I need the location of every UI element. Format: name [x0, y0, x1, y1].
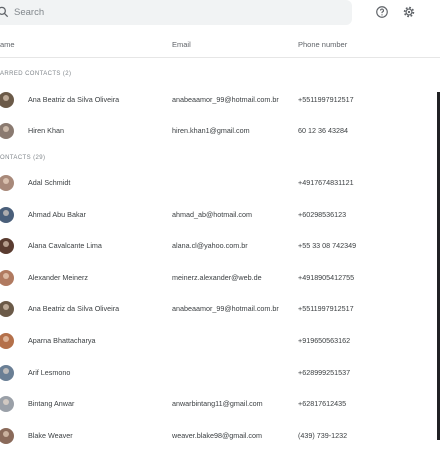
contact-name: Aparna Bhattacharya [28, 336, 96, 345]
contact-row[interactable]: Ahmad Abu Bakar ahmad_ab@hotmail.com +6029… [0, 200, 440, 230]
contact-email: alana.cl@yahoo.com.br [172, 241, 248, 251]
contact-phone: +55 33 08 742349 [298, 241, 357, 251]
avatar [0, 206, 14, 223]
contact-name: Bintang Anwar [28, 399, 75, 409]
avatar [0, 396, 14, 413]
avatar [0, 427, 14, 444]
help-icon[interactable] [375, 5, 389, 19]
contact-phone: +62817612435 [298, 399, 347, 409]
avatar [0, 92, 14, 108]
contact-phone: +4918905412755 [298, 272, 355, 282]
contact-row[interactable]: Ana Beatriz da Silva Oliveira anabeaamor_… [0, 294, 440, 324]
contact-phone: +919650563162 [298, 336, 351, 345]
contact-name: Ana Beatriz da Silva Oliveira [28, 304, 120, 314]
contact-email: ahmad_ab@hotmail.com [172, 209, 253, 219]
avatar [0, 123, 14, 139]
contact-phone: (439) 739-1232 [298, 430, 348, 440]
contact-row[interactable]: Ana Beatriz da Silva Oliveira anabeaamor_… [0, 85, 440, 115]
contact-phone: 60 12 36 43284 [298, 126, 348, 135]
top-bar [0, 0, 440, 26]
contact-name: Ahmad Abu Bakar [28, 209, 86, 219]
avatar [0, 301, 14, 318]
contact-row[interactable]: Aparna Bhattacharya +919650563162 [0, 326, 440, 356]
contact-email: anwarbintang11@gmail.com [172, 399, 263, 409]
starred-contacts-section-label: ARRED CONTACTS (2) [0, 71, 72, 77]
contact-email: anabeaamor_99@hotmail.com.br [172, 304, 279, 314]
column-header-row: ame Email Phone number [0, 33, 440, 58]
contact-email: hiren.khan1@gmail.com [172, 126, 250, 135]
avatar [0, 238, 14, 255]
contact-name: Hiren Khan [28, 126, 64, 135]
contact-row[interactable]: Bintang Anwar anwarbintang11@gmail.com +62… [0, 389, 440, 419]
avatar [0, 333, 14, 349]
contact-name: Alexander Meinerz [28, 272, 88, 282]
contact-phone: +5511997912517 [298, 95, 354, 104]
avatar [0, 364, 14, 381]
contact-phone: +5511997912517 [298, 304, 354, 314]
search-bar[interactable] [0, 0, 352, 25]
contact-row[interactable]: Hiren Khan hiren.khan1@gmail.com 60 12 36 … [0, 116, 440, 146]
column-phone-header[interactable]: Phone number [298, 40, 347, 49]
column-name-header[interactable]: ame [0, 40, 15, 49]
search-input[interactable] [14, 4, 334, 20]
contact-row[interactable]: Adal Schmidt +4917674831121 [0, 168, 440, 198]
contact-email: weaver.blake98@gmail.com [172, 430, 262, 440]
contact-email: meinerz.alexander@web.de [172, 272, 262, 282]
contact-phone: +4917674831121 [298, 178, 354, 187]
avatar [0, 269, 14, 286]
contact-phone: +628999251537 [298, 367, 351, 377]
contact-name: Alana Cavalcante Lima [28, 241, 102, 251]
contact-phone: +60298536123 [298, 209, 347, 219]
contact-row[interactable]: Alexander Meinerz meinerz.alexander@web.d… [0, 263, 440, 293]
contacts-section-label: ONTACTS (29) [0, 155, 46, 161]
avatar [0, 175, 14, 191]
search-icon[interactable] [0, 5, 10, 19]
contact-name: Blake Weaver [28, 430, 73, 440]
column-email-header[interactable]: Email [172, 40, 191, 49]
contact-row[interactable]: Alana Cavalcante Lima alana.cl@yahoo.com.… [0, 231, 440, 261]
settings-gear-icon[interactable] [402, 5, 416, 19]
contact-name: Adal Schmidt [28, 178, 71, 187]
contact-row[interactable]: Arif Lesmono +628999251537 [0, 358, 440, 388]
contact-name: Ana Beatriz da Silva Oliveira [28, 95, 120, 104]
contact-email: anabeaamor_99@hotmail.com.br [172, 95, 279, 104]
contact-name: Arif Lesmono [28, 367, 71, 377]
contact-row[interactable]: Blake Weaver weaver.blake98@gmail.com (439… [0, 421, 440, 451]
